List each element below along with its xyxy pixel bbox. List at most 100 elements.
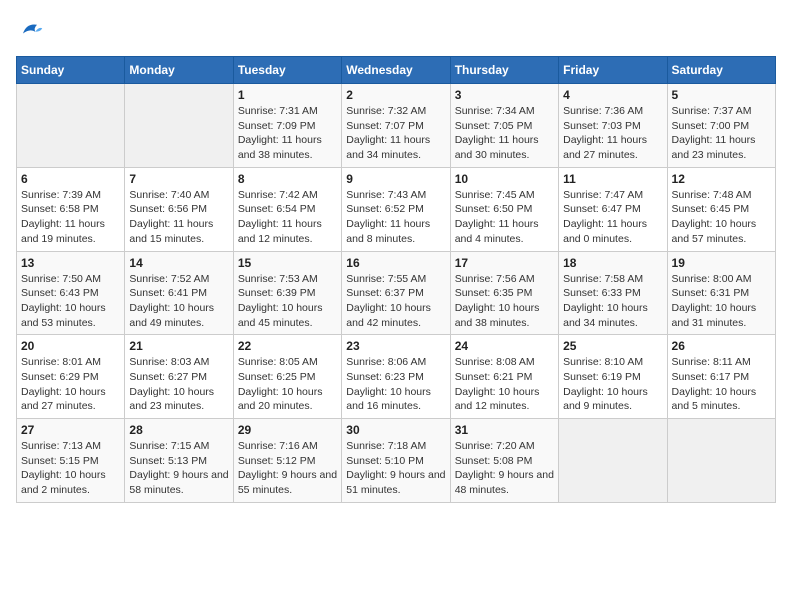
day-number: 4: [563, 88, 662, 102]
calendar-cell: 29 Sunrise: 7:16 AMSunset: 5:12 PMDayligh…: [233, 419, 341, 503]
day-number: 9: [346, 172, 445, 186]
calendar-cell: [17, 84, 125, 168]
weekday-header: Saturday: [667, 57, 775, 84]
day-info: Sunrise: 7:48 AMSunset: 6:45 PMDaylight:…: [672, 188, 771, 247]
day-info: Sunrise: 7:45 AMSunset: 6:50 PMDaylight:…: [455, 188, 554, 247]
calendar-cell: [125, 84, 233, 168]
calendar-cell: 16Sunrise: 7:55 AMSunset: 6:37 PMDayligh…: [342, 251, 450, 335]
calendar-cell: 12 Sunrise: 7:48 AMSunset: 6:45 PMDayligh…: [667, 167, 775, 251]
day-info: Sunrise: 7:20 AMSunset: 5:08 PMDaylight:…: [455, 439, 554, 498]
day-number: 22: [238, 339, 337, 353]
day-number: 5: [672, 88, 771, 102]
calendar-cell: 20 Sunrise: 8:01 AMSunset: 6:29 PMDayligh…: [17, 335, 125, 419]
calendar-cell: 7 Sunrise: 7:40 AMSunset: 6:56 PMDaylight…: [125, 167, 233, 251]
day-info: Sunrise: 8:03 AMSunset: 6:27 PMDaylight:…: [129, 355, 228, 414]
day-info: Sunrise: 7:53 AMSunset: 6:39 PMDaylight:…: [238, 272, 337, 331]
day-number: 28: [129, 423, 228, 437]
calendar-cell: 14Sunrise: 7:52 AMSunset: 6:41 PMDayligh…: [125, 251, 233, 335]
day-number: 19: [672, 256, 771, 270]
day-number: 10: [455, 172, 554, 186]
calendar-cell: 1 Sunrise: 7:31 AMSunset: 7:09 PMDaylight…: [233, 84, 341, 168]
day-info: Sunrise: 8:08 AMSunset: 6:21 PMDaylight:…: [455, 355, 554, 414]
page-header: [16, 16, 776, 44]
calendar-cell: 27Sunrise: 7:13 AMSunset: 5:15 PMDayligh…: [17, 419, 125, 503]
day-info: Sunrise: 7:34 AMSunset: 7:05 PMDaylight:…: [455, 104, 554, 163]
day-number: 17: [455, 256, 554, 270]
weekday-header: Tuesday: [233, 57, 341, 84]
day-number: 2: [346, 88, 445, 102]
day-info: Sunrise: 7:55 AMSunset: 6:37 PMDaylight:…: [346, 272, 445, 331]
day-number: 29: [238, 423, 337, 437]
calendar-cell: 5 Sunrise: 7:37 AMSunset: 7:00 PMDaylight…: [667, 84, 775, 168]
calendar-week-row: 27Sunrise: 7:13 AMSunset: 5:15 PMDayligh…: [17, 419, 776, 503]
calendar-cell: 28 Sunrise: 7:15 AMSunset: 5:13 PMDayligh…: [125, 419, 233, 503]
day-info: Sunrise: 7:32 AMSunset: 7:07 PMDaylight:…: [346, 104, 445, 163]
day-info: Sunrise: 8:06 AMSunset: 6:23 PMDaylight:…: [346, 355, 445, 414]
calendar-cell: 4 Sunrise: 7:36 AMSunset: 7:03 PMDaylight…: [559, 84, 667, 168]
day-number: 23: [346, 339, 445, 353]
weekday-header: Wednesday: [342, 57, 450, 84]
day-number: 3: [455, 88, 554, 102]
day-number: 8: [238, 172, 337, 186]
calendar-cell: [559, 419, 667, 503]
day-info: Sunrise: 7:58 AMSunset: 6:33 PMDaylight:…: [563, 272, 662, 331]
day-number: 7: [129, 172, 228, 186]
calendar-cell: 15 Sunrise: 7:53 AMSunset: 6:39 PMDayligh…: [233, 251, 341, 335]
calendar-cell: 3 Sunrise: 7:34 AMSunset: 7:05 PMDaylight…: [450, 84, 558, 168]
day-info: Sunrise: 8:11 AMSunset: 6:17 PMDaylight:…: [672, 355, 771, 414]
day-info: Sunrise: 8:01 AMSunset: 6:29 PMDaylight:…: [21, 355, 120, 414]
calendar-cell: 9Sunrise: 7:43 AMSunset: 6:52 PMDaylight…: [342, 167, 450, 251]
calendar-cell: 24 Sunrise: 8:08 AMSunset: 6:21 PMDayligh…: [450, 335, 558, 419]
day-info: Sunrise: 7:39 AMSunset: 6:58 PMDaylight:…: [21, 188, 120, 247]
day-number: 6: [21, 172, 120, 186]
calendar-cell: 22 Sunrise: 8:05 AMSunset: 6:25 PMDayligh…: [233, 335, 341, 419]
calendar-cell: 19Sunrise: 8:00 AMSunset: 6:31 PMDayligh…: [667, 251, 775, 335]
day-number: 26: [672, 339, 771, 353]
calendar-cell: 26 Sunrise: 8:11 AMSunset: 6:17 PMDayligh…: [667, 335, 775, 419]
day-info: Sunrise: 7:40 AMSunset: 6:56 PMDaylight:…: [129, 188, 228, 247]
calendar-cell: 2 Sunrise: 7:32 AMSunset: 7:07 PMDaylight…: [342, 84, 450, 168]
day-number: 25: [563, 339, 662, 353]
day-number: 12: [672, 172, 771, 186]
day-info: Sunrise: 7:37 AMSunset: 7:00 PMDaylight:…: [672, 104, 771, 163]
day-info: Sunrise: 7:31 AMSunset: 7:09 PMDaylight:…: [238, 104, 337, 163]
day-info: Sunrise: 7:36 AMSunset: 7:03 PMDaylight:…: [563, 104, 662, 163]
calendar-cell: 30Sunrise: 7:18 AMSunset: 5:10 PMDayligh…: [342, 419, 450, 503]
calendar-cell: 31 Sunrise: 7:20 AMSunset: 5:08 PMDayligh…: [450, 419, 558, 503]
calendar-week-row: 13 Sunrise: 7:50 AMSunset: 6:43 PMDayligh…: [17, 251, 776, 335]
logo: [16, 16, 48, 44]
calendar-cell: 25 Sunrise: 8:10 AMSunset: 6:19 PMDayligh…: [559, 335, 667, 419]
day-info: Sunrise: 8:10 AMSunset: 6:19 PMDaylight:…: [563, 355, 662, 414]
day-number: 24: [455, 339, 554, 353]
calendar-cell: [667, 419, 775, 503]
day-number: 21: [129, 339, 228, 353]
calendar-cell: 21 Sunrise: 8:03 AMSunset: 6:27 PMDayligh…: [125, 335, 233, 419]
calendar-header-row: SundayMondayTuesdayWednesdayThursdayFrid…: [17, 57, 776, 84]
calendar-cell: 17Sunrise: 7:56 AMSunset: 6:35 PMDayligh…: [450, 251, 558, 335]
day-info: Sunrise: 7:15 AMSunset: 5:13 PMDaylight:…: [129, 439, 228, 498]
day-info: Sunrise: 8:05 AMSunset: 6:25 PMDaylight:…: [238, 355, 337, 414]
day-info: Sunrise: 7:42 AMSunset: 6:54 PMDaylight:…: [238, 188, 337, 247]
day-number: 18: [563, 256, 662, 270]
day-info: Sunrise: 7:16 AMSunset: 5:12 PMDaylight:…: [238, 439, 337, 498]
day-number: 15: [238, 256, 337, 270]
day-info: Sunrise: 7:13 AMSunset: 5:15 PMDaylight:…: [21, 439, 120, 498]
calendar-cell: 6 Sunrise: 7:39 AMSunset: 6:58 PMDaylight…: [17, 167, 125, 251]
day-number: 1: [238, 88, 337, 102]
day-info: Sunrise: 7:18 AMSunset: 5:10 PMDaylight:…: [346, 439, 445, 498]
calendar-week-row: 6 Sunrise: 7:39 AMSunset: 6:58 PMDaylight…: [17, 167, 776, 251]
calendar-cell: 18 Sunrise: 7:58 AMSunset: 6:33 PMDayligh…: [559, 251, 667, 335]
day-number: 20: [21, 339, 120, 353]
day-info: Sunrise: 7:47 AMSunset: 6:47 PMDaylight:…: [563, 188, 662, 247]
logo-bird-icon: [16, 16, 44, 44]
day-info: Sunrise: 7:52 AMSunset: 6:41 PMDaylight:…: [129, 272, 228, 331]
calendar-week-row: 1 Sunrise: 7:31 AMSunset: 7:09 PMDaylight…: [17, 84, 776, 168]
day-info: Sunrise: 7:50 AMSunset: 6:43 PMDaylight:…: [21, 272, 120, 331]
day-number: 13: [21, 256, 120, 270]
calendar-cell: 13 Sunrise: 7:50 AMSunset: 6:43 PMDayligh…: [17, 251, 125, 335]
day-number: 31: [455, 423, 554, 437]
weekday-header: Sunday: [17, 57, 125, 84]
calendar-week-row: 20 Sunrise: 8:01 AMSunset: 6:29 PMDayligh…: [17, 335, 776, 419]
calendar-cell: 8 Sunrise: 7:42 AMSunset: 6:54 PMDaylight…: [233, 167, 341, 251]
weekday-header: Friday: [559, 57, 667, 84]
